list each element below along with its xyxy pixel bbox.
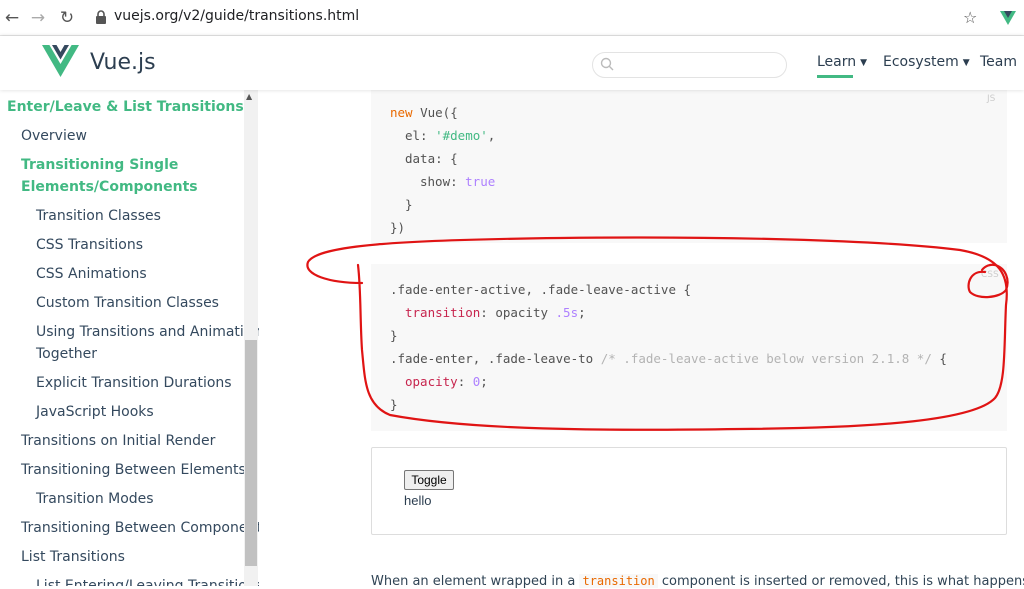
sidebar-item-initial-render[interactable]: Transitions on Initial Render bbox=[21, 430, 215, 452]
sidebar-item-list-transitions[interactable]: List Transitions bbox=[21, 546, 125, 568]
search-input[interactable] bbox=[592, 52, 787, 78]
body-paragraph: When an element wrapped in a transition … bbox=[371, 574, 1024, 589]
demo-hello-text: hello bbox=[404, 493, 432, 508]
lock-icon bbox=[96, 10, 106, 24]
sidebar-item-between-elements[interactable]: Transitioning Between Elements bbox=[21, 459, 246, 481]
code-line: .fade-enter-active, .fade-leave-active { bbox=[390, 282, 692, 297]
nav-learn[interactable]: Learn ▼ bbox=[817, 54, 867, 70]
code-lang-label: CSS bbox=[981, 270, 999, 280]
sidebar-item-custom-transition-classes[interactable]: Custom Transition Classes bbox=[36, 292, 219, 314]
sidebar-item-css-animations[interactable]: CSS Animations bbox=[36, 263, 147, 285]
sidebar-item-css-transitions[interactable]: CSS Transitions bbox=[36, 234, 143, 256]
code-line: show: true bbox=[420, 174, 496, 189]
code-line: new Vue({ bbox=[390, 105, 458, 120]
nav-ecosystem[interactable]: Ecosystem ▼ bbox=[883, 54, 970, 70]
sidebar-item-between-components[interactable]: Transitioning Between Components bbox=[21, 517, 259, 539]
browser-toolbar: ← → ↻ vuejs.org/v2/guide/transitions.htm… bbox=[0, 0, 1024, 36]
code-line: } bbox=[390, 328, 398, 343]
address-bar[interactable]: vuejs.org/v2/guide/transitions.html bbox=[114, 8, 359, 24]
sidebar-item-enter-leave[interactable]: Enter/Leave & List Transitions bbox=[7, 96, 244, 118]
demo-box bbox=[371, 447, 1007, 535]
reload-icon[interactable]: ↻ bbox=[56, 7, 78, 29]
sidebar-item-using-transitions-animations[interactable]: Using Transitions and Animations bbox=[36, 321, 259, 343]
vue-devtools-extension-icon[interactable] bbox=[999, 9, 1017, 27]
nav-team[interactable]: Team bbox=[980, 54, 1017, 70]
sidebar-item-transitioning-single[interactable]: Transitioning Single bbox=[21, 154, 178, 176]
sidebar-item-transition-classes[interactable]: Transition Classes bbox=[36, 205, 161, 227]
code-line: el: '#demo', bbox=[405, 128, 496, 143]
sidebar: Enter/Leave & List Transitions Overview … bbox=[0, 90, 259, 586]
chevron-down-icon: ▼ bbox=[860, 58, 868, 68]
scroll-up-arrow-icon[interactable]: ▲ bbox=[246, 92, 252, 101]
code-line: }) bbox=[390, 220, 406, 235]
active-nav-underline bbox=[817, 75, 853, 78]
logo-text[interactable]: Vue.js bbox=[90, 50, 156, 75]
chevron-down-icon: ▼ bbox=[962, 58, 970, 68]
sidebar-item-transitioning-single-cont[interactable]: Elements/Components bbox=[21, 176, 198, 198]
sidebar-item-explicit-durations[interactable]: Explicit Transition Durations bbox=[36, 372, 232, 394]
vue-logo-icon[interactable] bbox=[42, 45, 79, 79]
sidebar-item-overview[interactable]: Overview bbox=[21, 125, 87, 147]
code-line: data: { bbox=[405, 151, 458, 166]
code-block-css: CSS .fade-enter-active, .fade-leave-acti… bbox=[371, 264, 1007, 431]
forward-arrow-icon[interactable]: → bbox=[27, 7, 49, 29]
code-line: .fade-enter, .fade-leave-to /* .fade-lea… bbox=[390, 351, 947, 366]
site-header: Vue.js Learn ▼ Ecosystem ▼ Team bbox=[0, 36, 1024, 90]
sidebar-item-javascript-hooks[interactable]: JavaScript Hooks bbox=[36, 401, 154, 423]
code-line: } bbox=[405, 197, 413, 212]
sidebar-item-list-entering-leaving[interactable]: List Entering/Leaving Transitions bbox=[36, 575, 259, 586]
code-line: } bbox=[390, 397, 398, 412]
sidebar-item-using-transitions-animations-cont[interactable]: Together bbox=[36, 343, 97, 365]
toggle-button[interactable]: Toggle bbox=[404, 470, 454, 490]
code-lang-label: JS bbox=[987, 94, 996, 104]
bookmark-star-icon[interactable]: ☆ bbox=[963, 8, 977, 27]
code-block-js: JS new Vue({ el: '#demo', data: { show: … bbox=[371, 90, 1007, 243]
code-line: opacity: 0; bbox=[405, 374, 488, 389]
code-line: transition: opacity .5s; bbox=[405, 305, 586, 320]
search-icon bbox=[600, 57, 614, 71]
sidebar-scrollbar-thumb[interactable] bbox=[245, 340, 257, 566]
sidebar-item-transition-modes[interactable]: Transition Modes bbox=[36, 488, 154, 510]
back-arrow-icon[interactable]: ← bbox=[1, 7, 23, 29]
